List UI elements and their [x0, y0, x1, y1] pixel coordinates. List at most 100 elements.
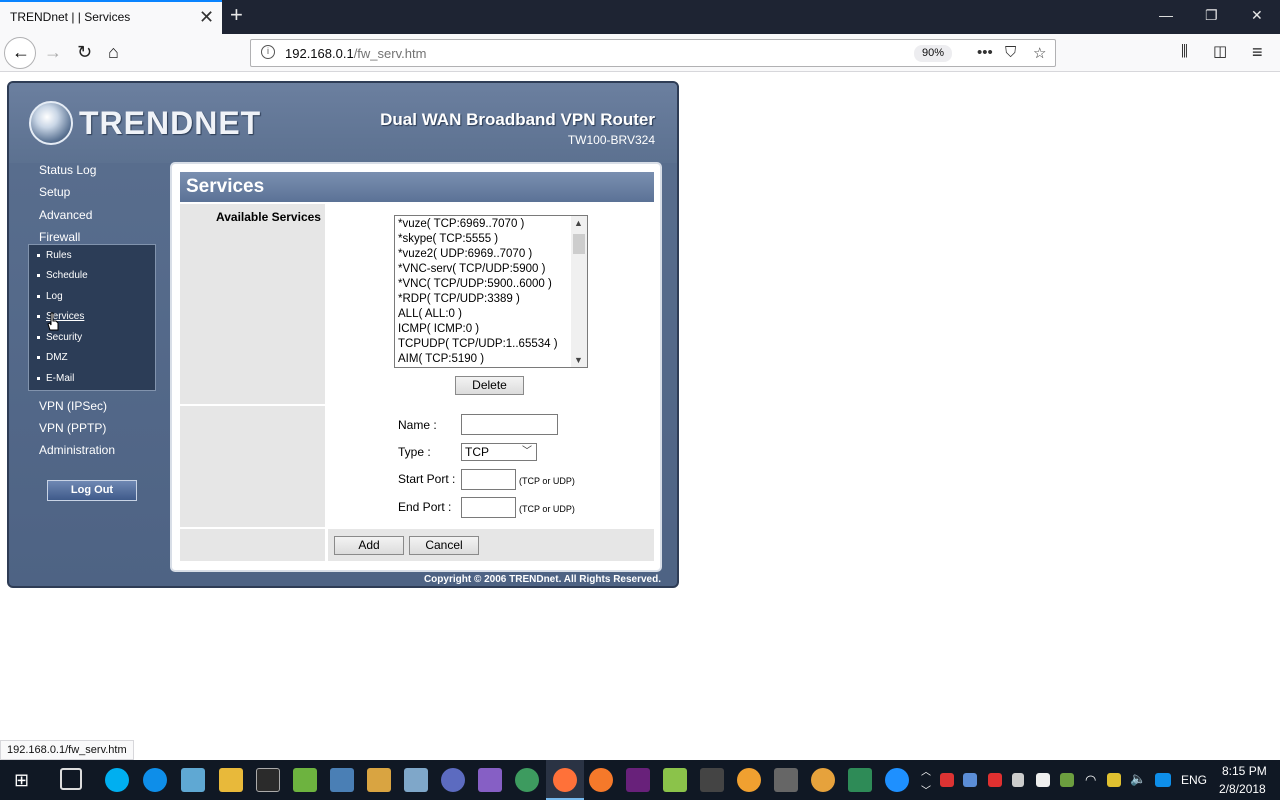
bookmark-star-icon[interactable]: ☆ — [1033, 44, 1046, 62]
menu-icon[interactable]: ≡ — [1252, 42, 1263, 62]
shield-icon[interactable] — [1036, 773, 1050, 787]
visual-studio-icon[interactable] — [626, 768, 650, 792]
terminal-icon[interactable] — [256, 768, 280, 792]
app-icon-6[interactable] — [811, 768, 835, 792]
list-item[interactable]: *RDP( TCP/UDP:3389 ) — [398, 293, 520, 305]
zoom-level-badge[interactable]: 90% — [914, 45, 952, 62]
back-button[interactable]: ← — [4, 37, 36, 69]
tray-icon-1[interactable] — [940, 773, 954, 787]
notepad-icon[interactable] — [181, 768, 205, 792]
cancel-button[interactable]: Cancel — [409, 536, 479, 555]
submenu-schedule[interactable]: Schedule — [37, 270, 88, 281]
list-item[interactable]: TCPUDP( TCP/UDP:1..65534 ) — [398, 338, 558, 350]
browser-tab[interactable]: TRENDnet | | Services ✕ — [0, 0, 222, 34]
home-icon[interactable]: ⌂ — [108, 42, 119, 62]
menu-firewall[interactable]: Firewall — [39, 230, 80, 244]
listbox-scrollbar[interactable]: ▲ ▼ — [571, 216, 587, 367]
firefox-icon[interactable] — [553, 768, 577, 792]
window-close-icon[interactable]: ✕ — [1251, 7, 1263, 24]
app-icon-2[interactable] — [367, 768, 391, 792]
minimize-icon[interactable]: — — [1159, 7, 1173, 23]
pocket-icon[interactable]: ⛉ — [1005, 44, 1016, 61]
task-view-icon[interactable] — [60, 768, 82, 790]
list-item[interactable]: *vuze( TCP:6969..7070 ) — [398, 218, 524, 230]
restore-icon[interactable]: ❐ — [1205, 7, 1218, 24]
services-listbox[interactable]: *vuze( TCP:6969..7070 ) *skype( TCP:5555… — [394, 215, 588, 368]
url-host: 192.168.0.1 — [285, 46, 354, 61]
menu-vpn-ipsec[interactable]: VPN (IPSec) — [39, 399, 107, 413]
visual-studio-code-icon[interactable] — [478, 768, 502, 792]
close-tab-icon[interactable]: ✕ — [199, 8, 214, 26]
add-button[interactable]: Add — [334, 536, 404, 555]
teamviewer-icon[interactable] — [143, 768, 167, 792]
submenu-email[interactable]: E-Mail — [37, 373, 74, 384]
tray-expand-down-icon[interactable]: ﹀ — [921, 782, 931, 797]
usb-icon[interactable] — [1012, 773, 1024, 787]
app-icon-5[interactable] — [737, 768, 761, 792]
app-icon-4[interactable] — [700, 768, 724, 792]
logout-button[interactable]: Log Out — [47, 480, 137, 501]
reload-icon[interactable]: ↻ — [77, 42, 92, 62]
menu-status-log[interactable]: Status Log — [39, 163, 96, 177]
start-port-input[interactable] — [461, 469, 516, 490]
windows-start-icon[interactable]: ⊞ — [14, 770, 29, 791]
wifi-icon[interactable]: ◠ — [1085, 772, 1096, 788]
list-item[interactable]: *vuze2( UDP:6969..7070 ) — [398, 248, 532, 260]
submenu-log[interactable]: Log — [37, 291, 63, 302]
menu-advanced[interactable]: Advanced — [39, 208, 92, 222]
url-bar[interactable]: i 192.168.0.1/fw_serv.htm 90% ••• ⛉ ☆ — [250, 39, 1056, 67]
scroll-up-icon[interactable]: ▲ — [574, 218, 583, 228]
app-icon-1[interactable] — [293, 768, 317, 792]
list-item[interactable]: AIM( TCP:5190 ) — [398, 353, 484, 365]
clock-date[interactable]: 2/8/2018 — [1219, 782, 1266, 796]
submenu-dmz[interactable]: DMZ — [37, 352, 68, 363]
scroll-thumb[interactable] — [573, 234, 585, 254]
tray-icon-2[interactable] — [963, 773, 977, 787]
type-select[interactable]: TCP ﹀ — [461, 443, 537, 461]
language-indicator[interactable]: ENG — [1181, 773, 1207, 787]
tray-teamviewer-icon[interactable] — [1155, 773, 1171, 787]
app-icon-3[interactable] — [663, 768, 687, 792]
scroll-down-icon[interactable]: ▼ — [574, 355, 583, 365]
video-editor-icon[interactable] — [774, 768, 798, 792]
app-icon-7[interactable] — [848, 768, 872, 792]
delete-button[interactable]: Delete — [455, 376, 524, 395]
sidebar-icon[interactable]: ◫ — [1213, 42, 1227, 62]
infinity-icon[interactable] — [441, 768, 465, 792]
name-input[interactable] — [461, 414, 558, 435]
tray-icon-3[interactable] — [1107, 773, 1121, 787]
site-info-icon[interactable]: i — [261, 45, 275, 59]
product-title: Dual WAN Broadband VPN Router — [380, 110, 655, 129]
page-actions-icon[interactable]: ••• — [977, 44, 993, 61]
list-item[interactable]: *VNC( TCP/UDP:5900..6000 ) — [398, 278, 552, 290]
blender-icon[interactable] — [589, 768, 613, 792]
forward-icon[interactable]: → — [44, 42, 62, 62]
new-tab-icon[interactable]: + — [230, 4, 243, 26]
lock-icon[interactable] — [988, 773, 1002, 787]
brand-logo-text: TRENDNET — [79, 105, 262, 141]
url-text[interactable]: 192.168.0.1/fw_serv.htm — [285, 46, 426, 61]
end-port-input[interactable] — [461, 497, 516, 518]
list-item[interactable]: ICMP( ICMP:0 ) — [398, 323, 479, 335]
menu-setup[interactable]: Setup — [39, 185, 70, 199]
monitor-icon[interactable] — [1060, 773, 1074, 787]
volume-icon[interactable]: 🔈 — [1130, 771, 1146, 787]
submenu-services[interactable]: Services — [37, 311, 84, 322]
app-icon-8[interactable] — [885, 768, 909, 792]
list-item[interactable]: *VNC-serv( TCP/UDP:5900 ) — [398, 263, 545, 275]
list-item[interactable]: *skype( TCP:5555 ) — [398, 233, 498, 245]
network-app-icon[interactable] — [330, 768, 354, 792]
library-icon[interactable]: ⫼ — [1181, 42, 1188, 62]
menu-administration[interactable]: Administration — [39, 443, 115, 457]
skype-icon[interactable] — [105, 768, 129, 792]
tools-icon[interactable] — [404, 768, 428, 792]
submenu-rules[interactable]: Rules — [37, 250, 72, 261]
file-explorer-icon[interactable] — [219, 768, 243, 792]
clock-time[interactable]: 8:15 PM — [1222, 764, 1267, 778]
menu-vpn-pptp[interactable]: VPN (PPTP) — [39, 421, 106, 435]
tray-expand-up-icon[interactable]: ︿ — [921, 763, 931, 778]
submenu-security[interactable]: Security — [37, 332, 82, 343]
globe-icon[interactable] — [515, 768, 539, 792]
list-item[interactable]: ALL( ALL:0 ) — [398, 308, 462, 320]
services-panel: Services Available Services *vuze( TCP:6… — [170, 162, 662, 572]
